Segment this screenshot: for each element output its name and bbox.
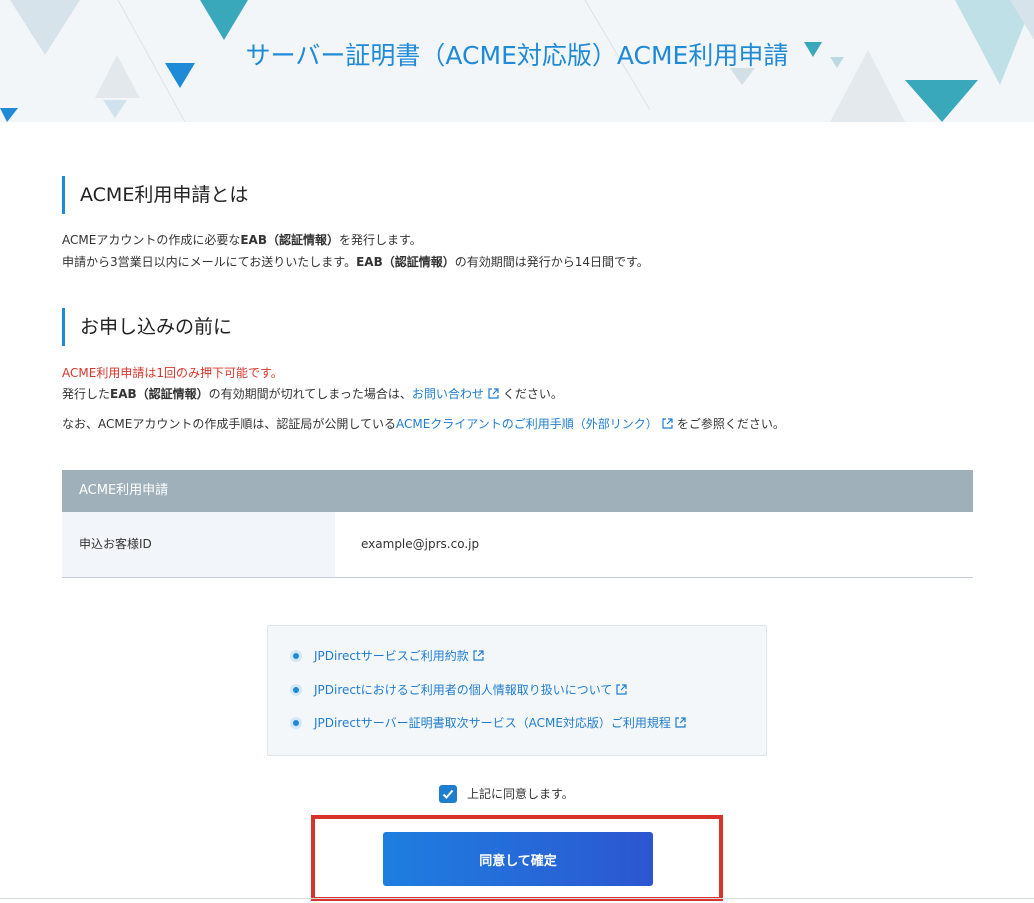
text-bold: EAB（認証情報） [110, 387, 209, 401]
external-link-icon [473, 647, 484, 667]
bullet-icon [290, 650, 302, 662]
acme-client-guide-link[interactable]: ACMEクライアントのご利用手順（外部リンク） [396, 417, 658, 431]
table-row: 申込お客様ID example@jprs.co.jp [62, 512, 973, 578]
link-text: JPDirectサーバー証明書取次サービス（ACME対応版）ご利用規程 [314, 716, 671, 730]
customer-id-label: 申込お客様ID [62, 512, 335, 577]
bullet-icon [290, 684, 302, 696]
text-segment: をご参照ください。 [676, 417, 785, 431]
text-segment: 申請から3営業日以内にメールにてお送りいたします。 [62, 255, 357, 269]
terms-link-label: JPDirectサービスご利用約款 [314, 646, 488, 667]
external-link-icon [675, 714, 686, 734]
page-title: サーバー証明書（ACME対応版）ACME利用申請 [245, 41, 789, 70]
checkmark-icon [442, 789, 454, 799]
application-table-header: ACME利用申請 [62, 470, 973, 512]
external-link-icon [488, 385, 499, 405]
page-header: サーバー証明書（ACME対応版）ACME利用申請 [0, 0, 1034, 122]
before-line3: なお、ACMEアカウントの作成手順は、認証局が公開しているACMEクライアントの… [62, 414, 785, 435]
text-segment: なお、ACMEアカウントの作成手順は、認証局が公開している [62, 417, 396, 431]
contact-link[interactable]: お問い合わせ [412, 387, 484, 401]
before-line2: 発行したEAB（認証情報）の有効期間が切れてしまった場合は、お問い合わせ ください… [62, 384, 563, 405]
customer-id-value: example@jprs.co.jp [361, 537, 480, 551]
section-heading-about: ACME利用申請とは [62, 176, 248, 214]
about-description-line2: 申請から3営業日以内にメールにてお送りいたします。EAB（認証情報）の有効期間は… [62, 252, 649, 272]
link-text: JPDirectサービスご利用約款 [314, 649, 469, 663]
text-segment: の有効期間が切れてしまった場合は、 [208, 387, 412, 401]
about-description-line1: ACMEアカウントの作成に必要なEAB（認証情報）を発行します。 [62, 230, 422, 250]
external-link-icon [662, 415, 673, 435]
terms-link-label: JPDirectにおけるご利用者の個人情報取り扱いについて [314, 680, 631, 701]
text-segment: ください。 [502, 387, 563, 401]
agree-checkbox[interactable] [439, 785, 457, 803]
terms-links-box: JPDirectサービスご利用約款 JPDirectにおけるご利用者の個人情報取… [267, 625, 767, 756]
text-segment: を発行します。 [338, 233, 422, 247]
divider [0, 898, 1034, 899]
text-bold: EAB（認証情報） [356, 255, 455, 269]
warning-text: ACME利用申請は1回のみ押下可能です。 [62, 366, 283, 380]
link-text: JPDirectにおけるご利用者の個人情報取り扱いについて [314, 683, 613, 697]
agree-and-confirm-button[interactable]: 同意して確定 [383, 832, 653, 886]
external-link-icon [616, 681, 627, 701]
text-segment: ACMEアカウントの作成に必要な [62, 233, 241, 247]
terms-link-label: JPDirectサーバー証明書取次サービス（ACME対応版）ご利用規程 [314, 713, 690, 734]
section-heading-before: お申し込みの前に [62, 308, 232, 346]
text-segment: 発行した [62, 387, 111, 401]
text-bold: EAB（認証情報） [240, 233, 339, 247]
agree-label: 上記に同意します。 [467, 787, 574, 801]
text-segment: の有効期間は発行から14日間です。 [454, 255, 649, 269]
bullet-icon [290, 717, 302, 729]
